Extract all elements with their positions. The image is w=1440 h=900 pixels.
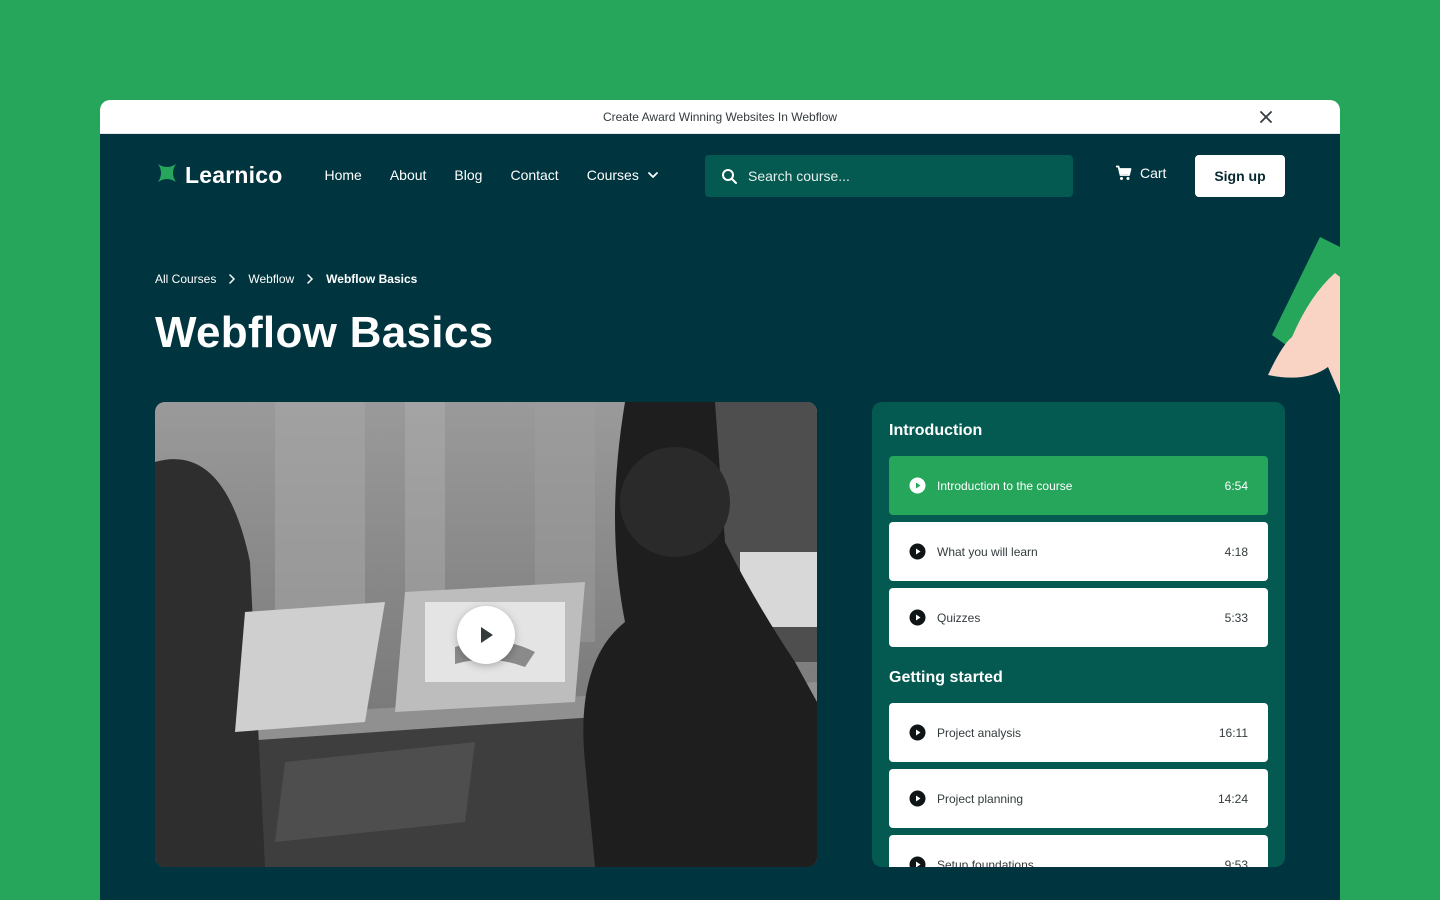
nav-blog[interactable]: Blog	[454, 167, 482, 183]
section-title: Introduction	[889, 422, 983, 439]
lesson-title: Quizzes	[937, 610, 981, 625]
course-curriculum: Introduction Introduction to the course …	[872, 402, 1285, 867]
lesson-title: Introduction to the course	[937, 478, 1073, 493]
lesson-duration: 4:18	[1224, 544, 1248, 559]
chevron-right-icon	[229, 274, 236, 284]
lesson-duration: 16:11	[1218, 725, 1248, 740]
breadcrumb: All Courses Webflow Webflow Basics	[155, 272, 417, 286]
lesson-title: Setup foundations	[937, 857, 1034, 868]
breadcrumb-current: Webflow Basics	[326, 272, 418, 286]
lesson-item[interactable]: Introduction to the course 6:54	[889, 456, 1268, 515]
lesson-item[interactable]: Project analysis 16:11	[889, 703, 1268, 762]
nav-home[interactable]: Home	[324, 167, 361, 183]
nav-contact[interactable]: Contact	[510, 167, 558, 183]
cart-label: Cart	[1140, 165, 1167, 181]
lesson-duration: 9:53	[1224, 857, 1248, 868]
play-icon	[909, 790, 926, 807]
breadcrumb-webflow[interactable]: Webflow	[248, 272, 294, 286]
browser-frame: Create Award Winning Websites In Webflow…	[100, 100, 1340, 900]
lesson-item[interactable]: Quizzes 5:33	[889, 588, 1268, 647]
section-title: Getting started	[889, 669, 1003, 686]
breadcrumb-all-courses[interactable]: All Courses	[155, 272, 216, 286]
chevron-right-icon	[307, 274, 314, 284]
page-title: Webflow Basics	[155, 308, 494, 357]
lesson-item[interactable]: What you will learn 4:18	[889, 522, 1268, 581]
announcement-bar: Create Award Winning Websites In Webflow	[100, 100, 1340, 134]
nav-about[interactable]: About	[390, 167, 427, 183]
cart-icon	[1116, 165, 1132, 180]
play-icon	[909, 856, 926, 867]
nav-courses[interactable]: Courses	[587, 167, 659, 183]
lesson-title: Project planning	[937, 791, 1024, 806]
lesson-title: Project analysis	[937, 725, 1022, 740]
play-icon	[909, 543, 926, 560]
video-player[interactable]	[155, 402, 817, 867]
play-icon	[909, 724, 926, 741]
play-button[interactable]	[457, 606, 515, 664]
brand-name: Learnico	[185, 161, 283, 188]
lesson-title: What you will learn	[937, 544, 1038, 559]
announcement-text: Create Award Winning Websites In Webflow	[602, 109, 838, 124]
play-icon	[909, 609, 926, 626]
search-input[interactable]	[748, 168, 1048, 184]
nav-courses-label: Courses	[586, 167, 639, 183]
navbar: Learnico Home About Blog Contact Courses…	[100, 134, 1340, 216]
play-icon	[909, 477, 926, 494]
lesson-item[interactable]: Project planning 14:24	[889, 769, 1268, 828]
lesson-duration: 5:33	[1224, 610, 1248, 625]
cart-button[interactable]: Cart	[1115, 165, 1166, 181]
logo-icon	[155, 161, 179, 190]
signup-button[interactable]: Sign up	[1195, 155, 1285, 197]
lesson-item[interactable]: Setup foundations 9:53	[889, 835, 1268, 867]
lesson-duration: 14:24	[1217, 791, 1248, 806]
close-icon[interactable]	[1258, 109, 1274, 125]
chevron-down-icon	[647, 172, 658, 178]
logo[interactable]: Learnico	[155, 161, 282, 190]
search-icon	[722, 168, 737, 184]
search-bar[interactable]	[705, 155, 1073, 197]
decorative-shape	[1268, 237, 1340, 395]
nav-links: Home About Blog Contact Courses	[324, 167, 658, 183]
play-icon	[481, 627, 493, 643]
lesson-duration: 6:54	[1224, 478, 1248, 493]
